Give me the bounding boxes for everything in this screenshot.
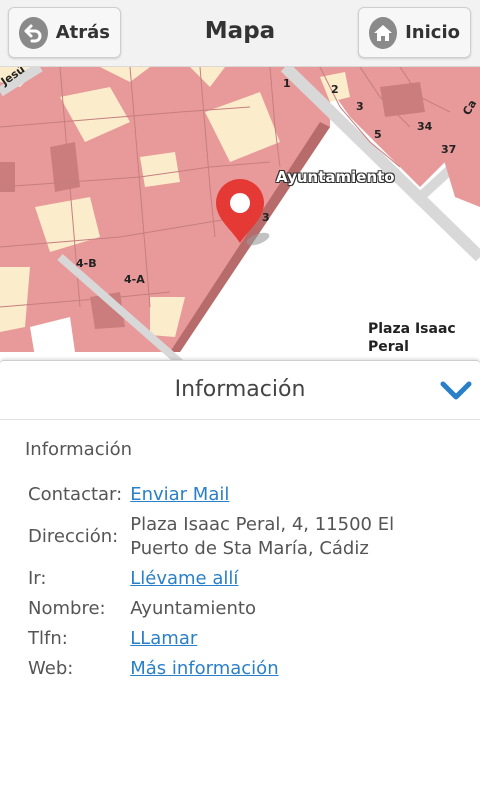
top-bar: Atrás Mapa Inicio	[0, 0, 480, 67]
info-row-name: Nombre: Ayuntamiento	[28, 597, 420, 627]
section-title: Información	[25, 439, 133, 460]
home-button-label: Inicio	[405, 22, 460, 43]
street-number: 3	[356, 100, 364, 113]
info-key: Contactar:	[28, 484, 123, 505]
map-place-label: Plaza Isaac Peral	[368, 321, 456, 355]
info-panel: Información Información Contactar: Envia…	[0, 360, 480, 801]
call-link[interactable]: LLamar	[130, 628, 197, 649]
info-key: Nombre:	[28, 598, 106, 619]
info-row-phone: Tlfn: LLamar	[28, 627, 420, 657]
street-number: 4-B	[76, 257, 97, 270]
home-icon	[369, 16, 398, 49]
info-row-web: Web: Más información	[28, 657, 420, 687]
street-number: 3	[262, 211, 270, 224]
directions-link[interactable]: Llévame allí	[130, 568, 238, 589]
info-table: Contactar: Enviar Mail Dirección: Plaza …	[28, 483, 420, 687]
map-poi-label: Ayuntamiento	[276, 168, 395, 186]
street-number: 34	[417, 120, 433, 133]
info-panel-header[interactable]: Información	[0, 361, 480, 420]
info-key: Dirección:	[28, 526, 119, 547]
home-button[interactable]: Inicio	[358, 7, 471, 58]
address-value: Plaza Isaac Peral, 4, 11500 El Puerto de…	[130, 514, 395, 559]
map-view[interactable]: Ayuntamiento Plaza Isaac Peral 1 2 3 5 3…	[0, 67, 480, 367]
info-panel-title: Información	[174, 377, 306, 402]
street-number: 37	[441, 143, 457, 156]
info-key: Web:	[28, 658, 74, 679]
street-number: 4-A	[124, 273, 145, 286]
street-number: 5	[374, 128, 382, 141]
chevron-down-icon[interactable]	[438, 375, 474, 405]
info-key: Tlfn:	[28, 628, 68, 649]
info-key: Ir:	[28, 568, 47, 589]
send-mail-link[interactable]: Enviar Mail	[130, 484, 229, 505]
info-row-address: Dirección: Plaza Isaac Peral, 4, 11500 E…	[28, 513, 420, 567]
street-number: 1	[283, 77, 291, 90]
name-value: Ayuntamiento	[130, 598, 256, 619]
info-row-directions: Ir: Llévame allí	[28, 567, 420, 597]
info-row-contact: Contactar: Enviar Mail	[28, 483, 420, 513]
street-number: 2	[331, 83, 339, 96]
more-info-link[interactable]: Más información	[130, 658, 278, 679]
